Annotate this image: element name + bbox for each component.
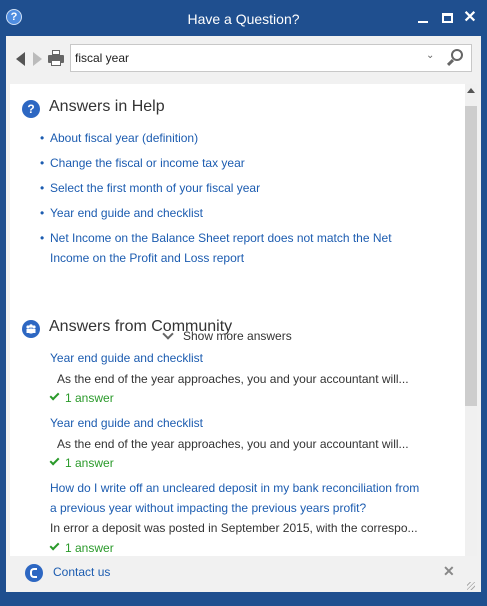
close-button[interactable]: ✕ bbox=[461, 9, 479, 27]
scroll-up-icon[interactable] bbox=[467, 88, 475, 93]
help-section-title: Answers in Help bbox=[49, 98, 165, 115]
answers-panel: ? Answers in Help • About fiscal year (d… bbox=[10, 84, 477, 556]
print-icon[interactable] bbox=[48, 50, 64, 66]
community-question-link[interactable]: How do I write off an uncleared deposit … bbox=[50, 478, 430, 498]
checkmark-icon bbox=[49, 390, 60, 401]
help-link[interactable]: • About fiscal year (definition) bbox=[40, 128, 420, 148]
close-icon: ✕ bbox=[463, 9, 477, 26]
window-body: ⌄ ? Answers in Help • About fiscal year … bbox=[6, 36, 481, 592]
contact-us-link[interactable]: Contact us bbox=[53, 565, 110, 579]
minimize-icon bbox=[418, 21, 428, 23]
maximize-button[interactable] bbox=[438, 9, 456, 27]
question-icon: ? bbox=[22, 100, 40, 118]
footer-bar: Contact us ✕ bbox=[6, 556, 481, 592]
scroll-thumb[interactable] bbox=[465, 106, 477, 406]
bullet: • bbox=[40, 156, 45, 170]
minimize-button[interactable] bbox=[414, 9, 432, 27]
phone-icon bbox=[25, 564, 43, 582]
help-section-header: ? Answers in Help bbox=[10, 98, 450, 122]
help-link[interactable]: • Select the first month of your fiscal … bbox=[40, 178, 420, 198]
help-link-continued[interactable]: Income on the Profit and Loss report bbox=[50, 248, 420, 268]
community-question-link-continued[interactable]: a previous year without impacting the pr… bbox=[50, 498, 430, 518]
people-icon bbox=[22, 320, 40, 338]
help-link[interactable]: • Year end guide and checklist bbox=[40, 203, 420, 223]
back-arrow-icon[interactable] bbox=[16, 52, 25, 66]
answer-count[interactable]: 1 answer bbox=[49, 453, 114, 473]
search-button[interactable] bbox=[443, 47, 467, 69]
bullet: • bbox=[40, 131, 45, 145]
help-link[interactable]: • Net Income on the Balance Sheet report… bbox=[40, 228, 420, 248]
community-section-header: Answers from Community bbox=[10, 318, 450, 342]
question-snippet: As the end of the year approaches, you a… bbox=[57, 372, 409, 386]
bullet: • bbox=[40, 231, 45, 245]
help-window: ? Have a Question? ✕ ⌄ bbox=[0, 0, 487, 606]
community-question-link[interactable]: Year end guide and checklist bbox=[50, 348, 430, 368]
checkmark-icon bbox=[49, 540, 60, 551]
answer-count[interactable]: 1 answer bbox=[49, 388, 114, 408]
resize-grip-icon[interactable] bbox=[467, 582, 475, 590]
title-bar[interactable]: ? Have a Question? ✕ bbox=[0, 0, 487, 36]
maximize-icon bbox=[441, 13, 453, 23]
forward-arrow-icon[interactable] bbox=[33, 52, 42, 66]
search-input[interactable] bbox=[75, 49, 415, 67]
close-icon[interactable]: ✕ bbox=[443, 563, 455, 580]
checkmark-icon bbox=[49, 455, 60, 466]
bullet: • bbox=[40, 206, 45, 220]
community-question-link[interactable]: Year end guide and checklist bbox=[50, 413, 430, 433]
answer-count[interactable]: 1 answer bbox=[49, 538, 114, 556]
chevron-down-icon[interactable]: ⌄ bbox=[426, 50, 434, 61]
community-section-title: Answers from Community bbox=[49, 318, 233, 335]
help-link[interactable]: • Change the fiscal or income tax year bbox=[40, 153, 420, 173]
toolbar: ⌄ bbox=[6, 36, 481, 84]
question-snippet: As the end of the year approaches, you a… bbox=[57, 437, 409, 451]
vertical-scrollbar[interactable] bbox=[465, 84, 477, 556]
search-box: ⌄ bbox=[70, 44, 472, 72]
question-snippet: In error a deposit was posted in Septemb… bbox=[50, 521, 418, 535]
bullet: • bbox=[40, 181, 45, 195]
